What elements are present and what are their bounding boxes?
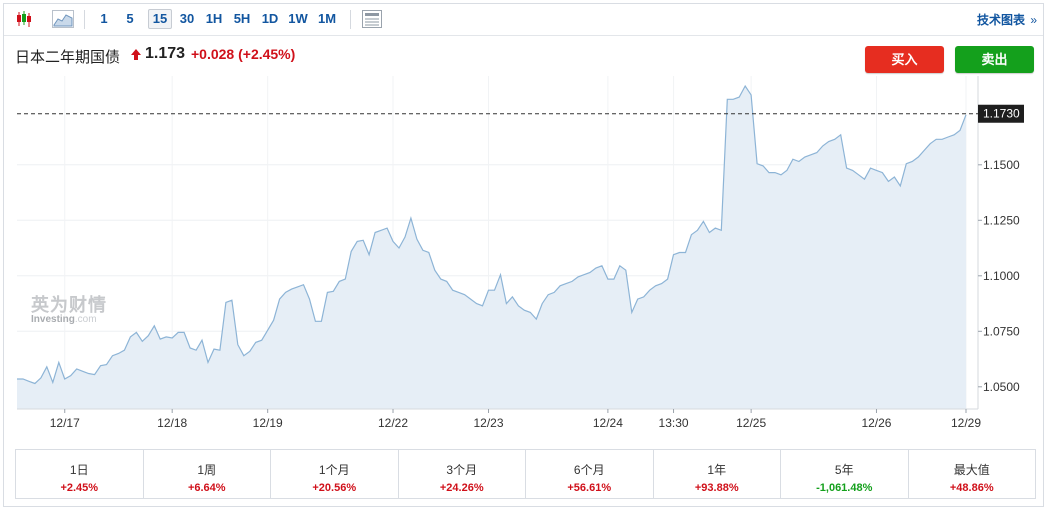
performance-cell: 1日 +2.45%	[16, 450, 144, 498]
area-chart-icon[interactable]	[51, 8, 75, 30]
last-price: 1.173	[145, 45, 186, 62]
x-tick-label: 13:30	[659, 416, 689, 430]
chart-widget: 1 5 15 30 1H 5H 1D 1W 1M 技术图表 » 日本二年期国债 …	[3, 3, 1044, 507]
performance-cell: 5年 -1,061.48%	[781, 450, 909, 498]
price-chart[interactable]: 1.0500 1.0750 1.1000 1.1250 1.1500 12/17 12/18…	[4, 76, 1043, 441]
tech-chart-link[interactable]: 技术图表 »	[977, 11, 1037, 28]
current-price-label: 1.1730	[983, 107, 1020, 121]
performance-period: 1年	[707, 463, 727, 477]
performance-value: +48.86%	[949, 482, 994, 494]
y-tick-label: 1.0500	[983, 380, 1020, 394]
timeframe-1h[interactable]: 1H	[204, 9, 224, 29]
timeframe-1w[interactable]: 1W	[287, 9, 309, 29]
performance-period: 1周	[197, 463, 217, 477]
performance-cell: 1个月 +20.56%	[271, 450, 399, 498]
performance-value: +2.45%	[60, 482, 99, 494]
x-tick-label: 12/24	[593, 416, 623, 430]
timeframe-1m[interactable]: 1M	[316, 9, 338, 29]
performance-period: 6个月	[573, 463, 605, 477]
watermark-en: Investing	[31, 314, 75, 325]
watermark-en-suffix: .com	[74, 314, 97, 325]
performance-period: 1个月	[318, 463, 350, 477]
y-tick-label: 1.1500	[983, 158, 1020, 172]
x-tick-label: 12/22	[378, 416, 408, 430]
performance-value: +56.61%	[567, 482, 612, 494]
x-tick-label: 12/17	[50, 416, 80, 430]
toolbar: 1 5 15 30 1H 5H 1D 1W 1M 技术图表 »	[4, 4, 1043, 36]
investing-watermark: 英为财情 Investing.com	[31, 291, 107, 325]
performance-cell: 3个月 +24.26%	[399, 450, 526, 498]
performance-period: 5年	[834, 463, 854, 477]
series-area	[17, 86, 966, 409]
x-tick-label: 12/23	[474, 416, 504, 430]
y-tick-label: 1.0750	[983, 324, 1020, 338]
performance-value: +20.56%	[312, 482, 357, 494]
buy-button[interactable]: 买入	[865, 46, 944, 73]
performance-period: 最大值	[953, 463, 990, 477]
timeframe-30[interactable]: 30	[176, 9, 198, 29]
price-change: +0.028 (+2.45%)	[191, 46, 296, 62]
timeframe-15[interactable]: 15	[148, 9, 172, 29]
chevron-right-icon: »	[1030, 13, 1037, 27]
timeframe-1d[interactable]: 1D	[260, 9, 280, 29]
y-tick-label: 1.1250	[983, 213, 1020, 227]
sell-button[interactable]: 卖出	[955, 46, 1034, 73]
x-tick-label: 12/19	[253, 416, 283, 430]
toolbar-divider	[84, 10, 85, 29]
performance-cell: 最大值 +48.86%	[909, 450, 1036, 498]
y-tick-label: 1.1000	[983, 269, 1020, 283]
candlestick-icon[interactable]	[12, 8, 36, 30]
x-tick-label: 12/18	[157, 416, 187, 430]
table-view-icon[interactable]	[360, 8, 384, 30]
performance-value: +24.26%	[439, 482, 484, 494]
x-tick-label: 12/25	[736, 416, 766, 430]
performance-cell: 6个月 +56.61%	[526, 450, 654, 498]
performance-period: 3个月	[446, 463, 478, 477]
performance-period: 1日	[69, 463, 89, 477]
timeframe-1[interactable]: 1	[96, 9, 112, 29]
timeframe-5h[interactable]: 5H	[231, 9, 253, 29]
performance-value: -1,061.48%	[816, 482, 873, 494]
x-tick-label: 12/29	[951, 416, 981, 430]
performance-value: +93.88%	[694, 482, 739, 494]
performance-cell: 1周 +6.64%	[144, 450, 271, 498]
toolbar-divider	[350, 10, 351, 29]
x-tick-label: 12/26	[861, 416, 891, 430]
performance-cell: 1年 +93.88%	[654, 450, 781, 498]
instrument-title: 日本二年期国债	[15, 49, 121, 66]
arrow-up-icon-stem	[134, 55, 138, 60]
timeframe-5[interactable]: 5	[122, 9, 138, 29]
performance-value: +6.64%	[187, 482, 226, 494]
performance-bar: 1日 +2.45% 1周 +6.64% 1个月 +20.56% 3个月 +24.26% 6个月 +…	[15, 449, 1036, 499]
